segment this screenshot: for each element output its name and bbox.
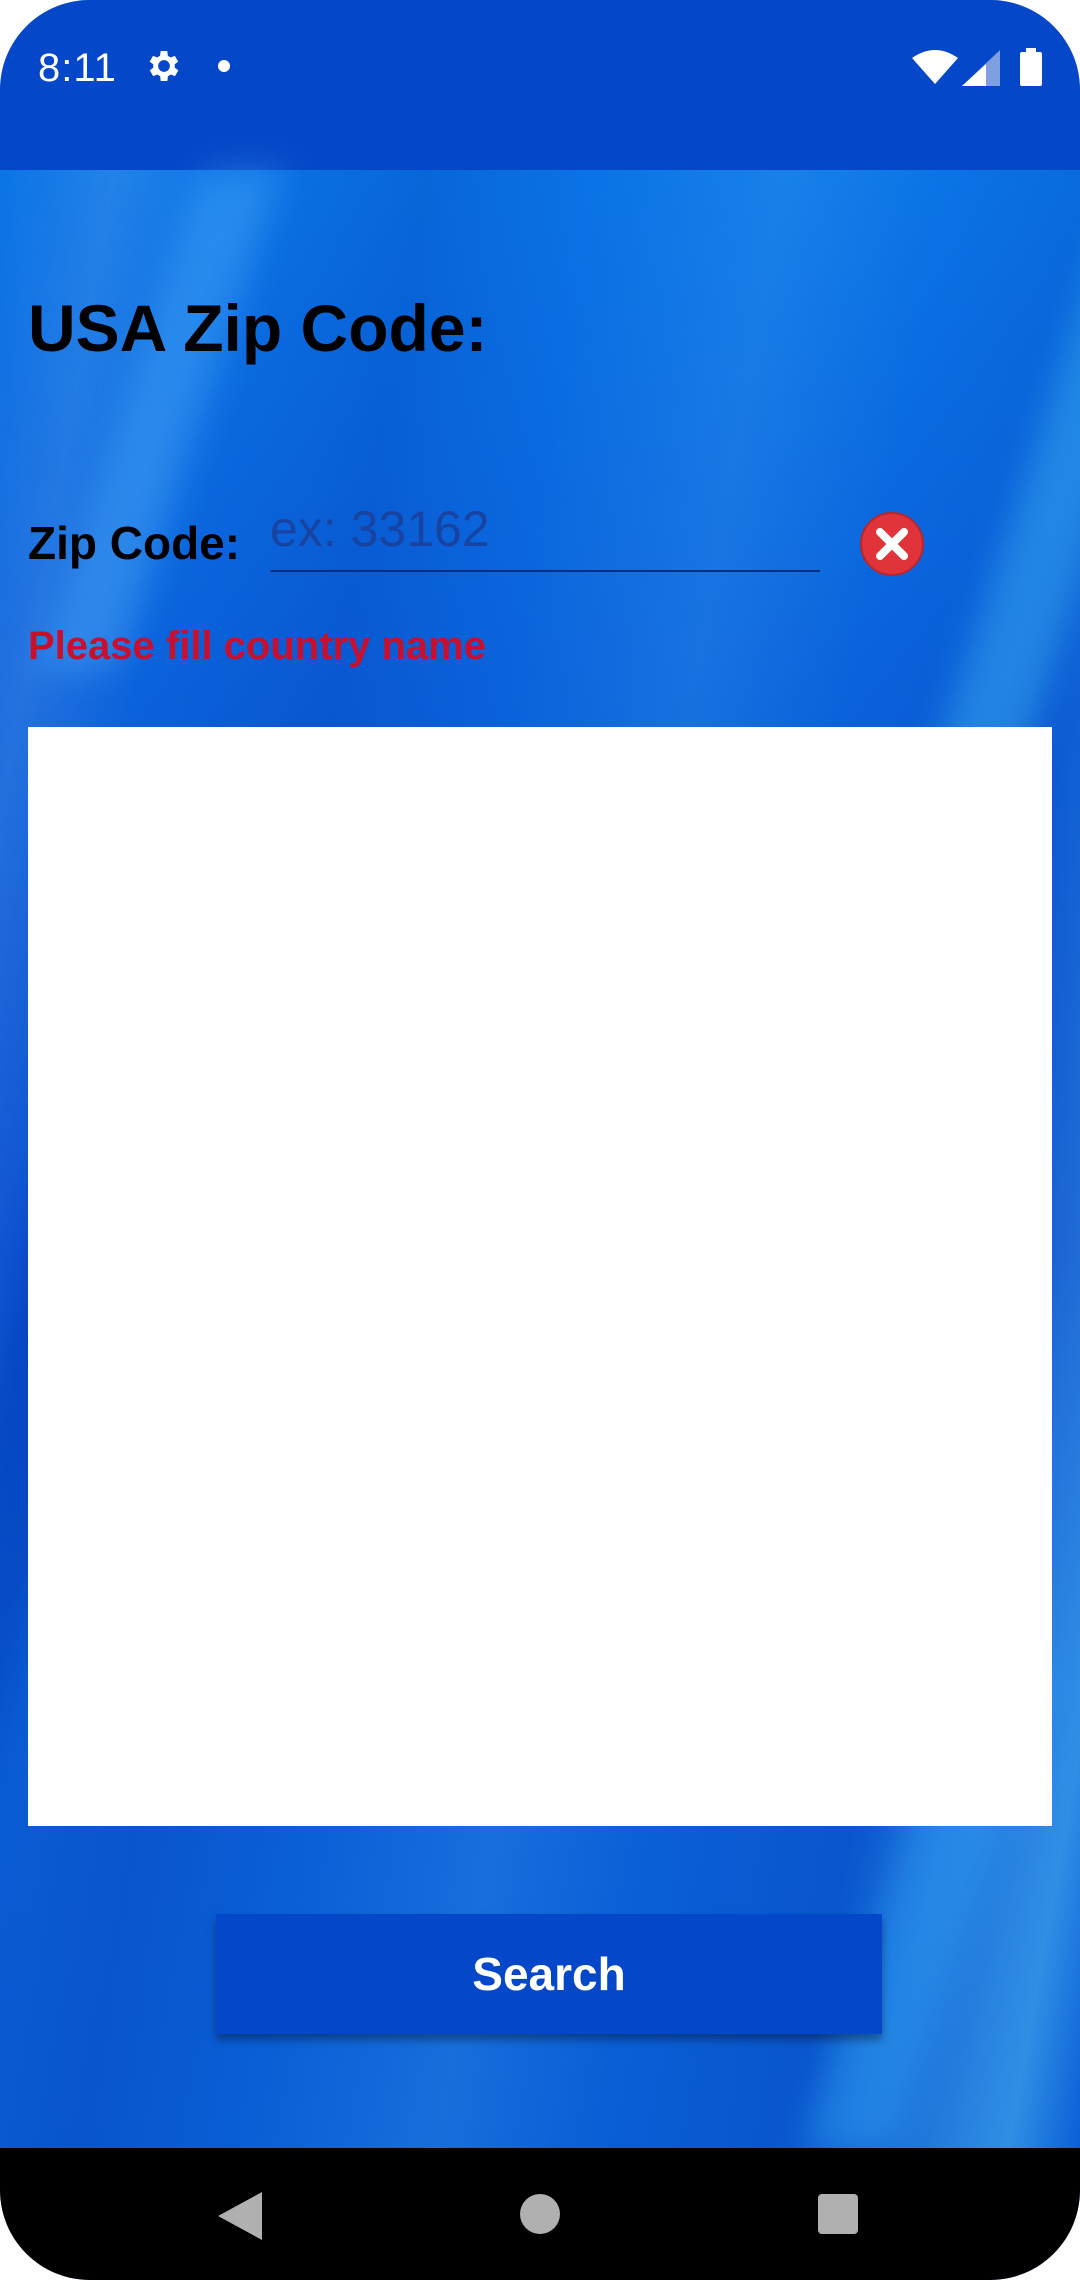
recents-icon[interactable] — [818, 2194, 858, 2234]
zip-code-label: Zip Code: — [28, 517, 241, 569]
page-title: USA Zip Code: — [28, 291, 488, 365]
signal-icon — [962, 50, 1000, 86]
status-time: 8:11 — [38, 46, 117, 90]
notification-dot-icon — [218, 60, 230, 72]
back-icon[interactable] — [218, 2192, 262, 2240]
zip-code-input[interactable] — [270, 488, 820, 572]
home-icon[interactable] — [520, 2194, 560, 2234]
gear-icon — [149, 51, 179, 81]
status-bar: 8:11 — [0, 0, 1080, 170]
background-streak — [38, 170, 282, 670]
search-button[interactable]: Search — [216, 1914, 882, 2034]
battery-icon — [1020, 48, 1042, 86]
wifi-icon — [912, 50, 958, 84]
results-panel — [28, 727, 1052, 1826]
close-icon[interactable] — [860, 512, 924, 576]
main-content: USA Zip Code: Zip Code: Please fill coun… — [0, 170, 1080, 2150]
phone-screen: 8:11 USA Zip Code: Zip Code: Please fill… — [0, 0, 1080, 2280]
navigation-bar — [0, 2148, 1080, 2280]
error-message: Please fill country name — [28, 624, 486, 668]
